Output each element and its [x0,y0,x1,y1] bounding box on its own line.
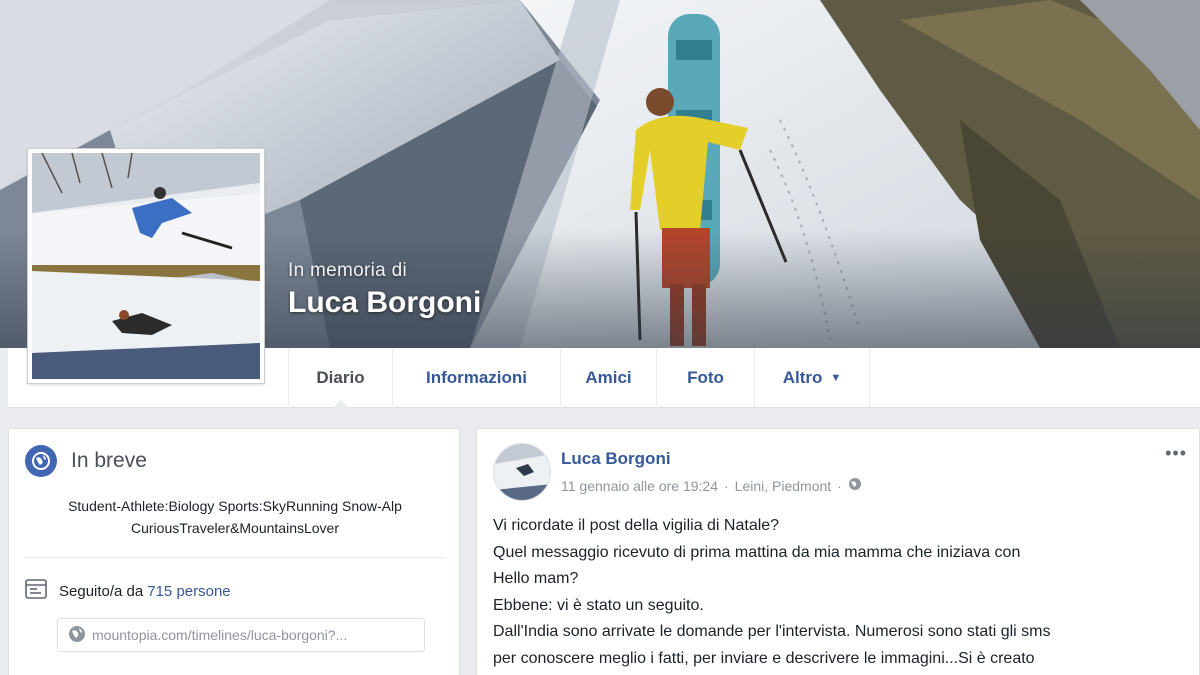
intro-header: In breve [25,445,147,477]
more-options-icon[interactable]: ••• [1165,443,1187,464]
divider [25,557,445,558]
post-body: Vi ricordate il post della vigilia di Na… [493,513,1193,673]
post-line: Vi ricordate il post della vigilia di Na… [493,517,780,534]
post-location[interactable]: Leini, Piedmont [735,478,832,494]
intro-bio: Student-Athlete:Biology Sports:SkyRunnin… [68,498,402,536]
tab-label: Informazioni [425,368,528,387]
profile-tabs: Diario Informazioni Amici Foto Altro ▼ [288,348,870,409]
tab-diario[interactable]: Diario [288,348,392,409]
globe-privacy-icon[interactable] [848,477,862,494]
tab-informazioni[interactable]: Informazioni [392,348,560,408]
post-date[interactable]: 11 gennaio alle ore 19:24 [561,478,718,494]
post-line: Quel messaggio ricevuto di prima mattina… [493,543,1021,561]
intro-title: In breve [71,449,147,472]
tab-label: Altro [782,368,823,387]
meta-separator: · [837,477,842,494]
post-line: Hello mam? [493,570,579,588]
post-meta: 11 gennaio alle ore 19:24 · Leini, Piedm… [561,477,862,494]
post-line: per conoscere meglio i fatti, per inviar… [493,649,1035,667]
followers-row: Seguito/a da 715 persone [25,579,231,603]
tab-label: Diario [316,368,365,387]
tab-amici[interactable]: Amici [560,348,656,408]
post-author-name[interactable]: Luca Borgoni [561,449,671,469]
tab-label: Foto [687,368,724,387]
website-url: mountopia.com/timelines/luca-borgoni?... [92,627,348,643]
post-card: Luca Borgoni 11 gennaio alle ore 19:24 ·… [476,428,1200,675]
globe-link-icon [68,625,86,646]
cover-caption: In memoria di Luca Borgoni [288,260,481,320]
followers-count-link[interactable]: 715 persone [147,583,230,600]
profile-name[interactable]: Luca Borgoni [288,286,481,320]
meta-separator: · [723,477,729,494]
profile-picture[interactable] [27,148,265,384]
website-link[interactable]: mountopia.com/timelines/luca-borgoni?... [57,618,425,652]
post-line: Ebbene: vi è stato un seguito. [493,596,704,614]
post-author-avatar[interactable] [493,443,551,501]
tab-altro[interactable]: Altro ▼ [754,348,870,408]
memorial-label: In memoria di [288,260,407,281]
tab-label: Amici [585,368,632,387]
tab-foto[interactable]: Foto [656,348,754,408]
globe-icon [25,445,57,477]
followers-label: Seguito/a da [59,582,144,600]
caret-down-icon: ▼ [830,372,842,384]
rss-feed-icon [25,579,47,603]
profile-picture-image [32,153,260,379]
post-line: Dall'India sono arrivate le domande per … [493,623,1051,641]
intro-card: In breve Student-Athlete:Biology Sports:… [8,428,460,675]
